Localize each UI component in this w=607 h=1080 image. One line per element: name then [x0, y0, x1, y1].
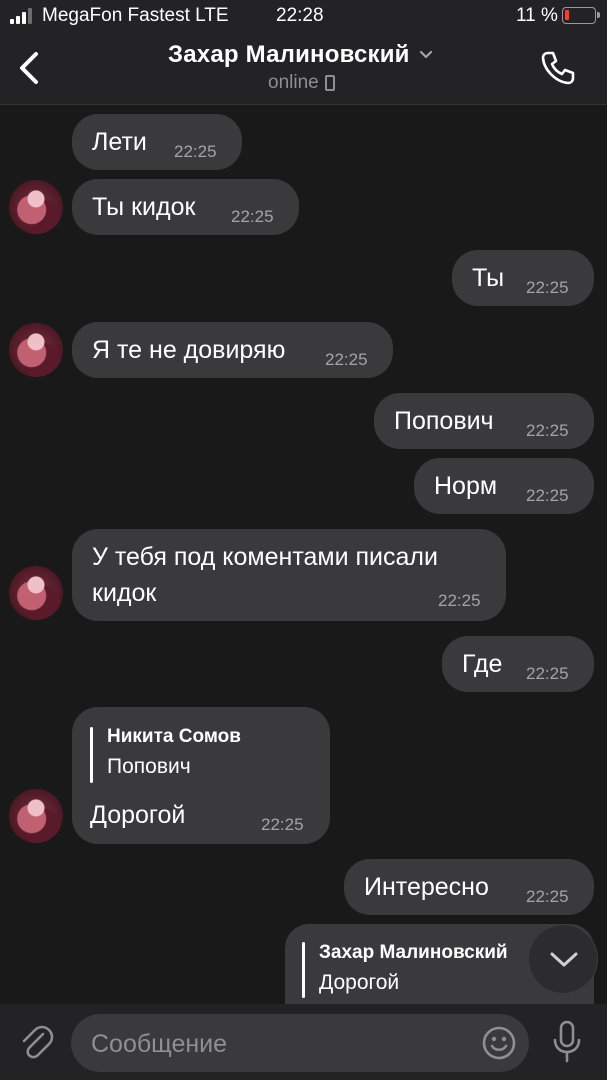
reply-text: Попович: [107, 755, 191, 778]
message-time: 22:25: [526, 278, 569, 297]
incoming-message[interactable]: Я те не довиряю 22:25: [72, 322, 393, 378]
status-bar: MegaFon Fastest LTE 22:28 11 %: [0, 0, 607, 32]
avatar[interactable]: [9, 566, 63, 620]
message-time: 22:25: [261, 815, 304, 834]
message-text: Норм: [434, 472, 498, 500]
online-status: online: [268, 72, 319, 93]
message-time: 22:25: [526, 887, 569, 906]
reply-author: Захар Малиновский: [319, 942, 508, 963]
message-text-line-2: кидок: [92, 579, 157, 607]
message-text: Лети: [92, 128, 147, 156]
microphone-icon[interactable]: [549, 1020, 585, 1064]
status-time: 22:28: [276, 5, 324, 26]
signal-strength-icon: [10, 8, 36, 24]
message-time: 22:25: [231, 207, 274, 226]
mobile-device-icon: [324, 75, 335, 91]
composer-bar: Сообщение: [0, 1004, 607, 1080]
outgoing-message[interactable]: Где 22:25: [442, 636, 594, 692]
scroll-to-bottom-button[interactable]: [528, 924, 598, 994]
avatar[interactable]: [9, 323, 63, 377]
message-text: Ты кидок: [92, 193, 196, 221]
avatar[interactable]: [9, 789, 63, 843]
message-time: 22:25: [526, 421, 569, 440]
message-text: Я те не довиряю: [92, 336, 286, 364]
message-text: Интересно: [364, 873, 489, 901]
contact-title[interactable]: Захар Малиновский: [168, 41, 434, 69]
message-time: 22:25: [526, 486, 569, 505]
reply-author: Никита Сомов: [107, 726, 241, 747]
incoming-message[interactable]: У тебя под коментами писали кидок 22:25: [72, 529, 506, 621]
chat-header: Захар Малиновский online: [0, 32, 607, 105]
paperclip-icon[interactable]: [18, 1022, 54, 1062]
outgoing-message[interactable]: Норм 22:25: [414, 458, 594, 514]
incoming-message[interactable]: Лети 22:25: [72, 114, 242, 170]
message-input-placeholder: Сообщение: [91, 1030, 228, 1058]
chevron-down-icon: [550, 952, 578, 967]
reply-quote-bar: [302, 942, 305, 998]
incoming-message[interactable]: Ты кидок 22:25: [72, 179, 299, 235]
message-text: Дорогой: [90, 801, 186, 829]
message-text: Где: [462, 650, 503, 678]
carrier-label: MegaFon Fastest LTE: [42, 5, 229, 26]
message-text: Попович: [394, 407, 494, 435]
outgoing-message[interactable]: Интересно 22:25: [344, 859, 594, 915]
reply-quote-bar: [90, 727, 93, 783]
battery-icon: [562, 7, 600, 24]
message-text: Ты: [472, 264, 505, 292]
contact-name: Захар Малиновский: [168, 41, 410, 68]
chevron-down-icon: [419, 50, 432, 59]
message-time: 22:25: [438, 591, 481, 610]
outgoing-message[interactable]: Ты 22:25: [452, 250, 594, 306]
message-time: 22:25: [325, 350, 368, 369]
battery-percent: 11 %: [516, 5, 558, 26]
outgoing-message[interactable]: Попович 22:25: [374, 393, 594, 449]
message-time: 22:25: [526, 664, 569, 683]
avatar[interactable]: [9, 180, 63, 234]
smile-icon[interactable]: [481, 1025, 517, 1061]
message-time: 22:25: [174, 142, 217, 161]
message-text-line-1: У тебя под коментами писали: [92, 543, 438, 571]
contact-status: online: [268, 72, 335, 94]
phone-icon[interactable]: [538, 48, 578, 88]
reply-text: Дорогой: [319, 971, 400, 994]
chevron-left-icon[interactable]: [14, 48, 48, 88]
message-input[interactable]: Сообщение: [71, 1014, 529, 1072]
incoming-message-with-reply[interactable]: Никита Сомов Попович Дорогой 22:25: [72, 707, 330, 844]
